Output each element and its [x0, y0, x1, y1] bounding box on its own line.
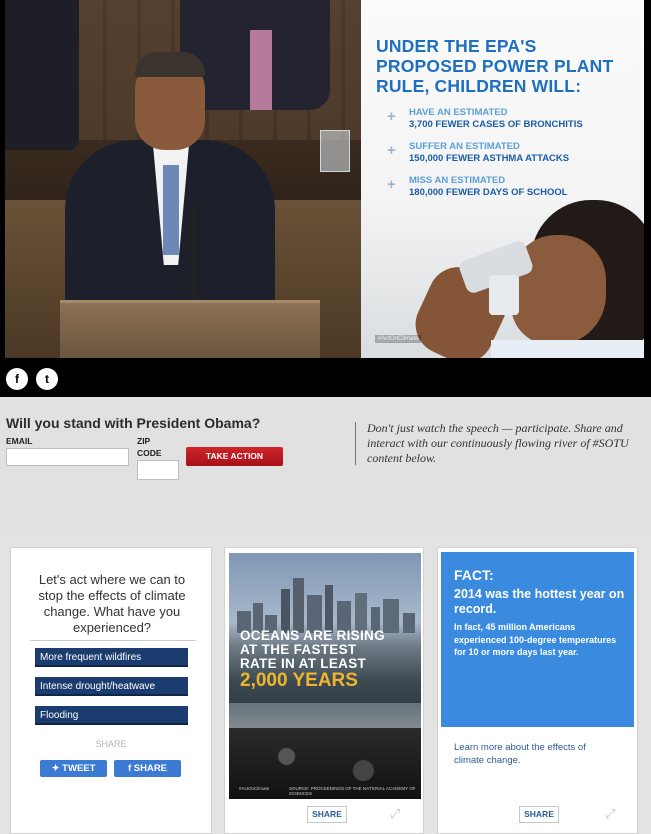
take-action-button[interactable]: TAKE ACTION [186, 447, 283, 466]
poll-card: Let's act where we can to stop the effec… [10, 547, 212, 834]
share-button[interactable]: SHARE [307, 806, 347, 823]
expand-icon[interactable]: ⤢ [390, 806, 400, 822]
girl-shirt [491, 340, 644, 358]
city-skyline [229, 573, 421, 633]
twitter-icon: ✦ [51, 763, 63, 774]
video-hero: UNDER THE EPA'S PROPOSED POWER PLANT RUL… [0, 0, 651, 397]
tweet-button[interactable]: ✦ TWEET [40, 760, 107, 777]
infographic-bullet: + HAVE AN ESTIMATED 3,700 FEWER CASES OF… [387, 107, 639, 141]
speaker-tie [163, 165, 179, 255]
background-tie [250, 30, 272, 110]
fact-headline: 2014 was the hottest year on record. [454, 587, 625, 616]
infographic-bullet: + SUFFER AN ESTIMATED 150,000 FEWER ASTH… [387, 141, 639, 175]
facebook-share-button[interactable]: f SHARE [114, 760, 181, 777]
epa-infographic: UNDER THE EPA'S PROPOSED POWER PLANT RUL… [361, 0, 644, 358]
email-label: EMAIL [6, 436, 33, 446]
girl-with-inhaler-photo [405, 200, 644, 358]
bullet-stat: 150,000 FEWER ASTHMA ATTACKS [409, 153, 570, 164]
email-field[interactable] [6, 448, 129, 466]
lectern [60, 300, 320, 358]
water-glass [320, 130, 350, 172]
poll-option-wildfires[interactable]: More frequent wildfires [35, 648, 188, 667]
speech-video-frame[interactable] [5, 0, 361, 358]
bullet-lead: HAVE AN ESTIMATED [409, 107, 508, 118]
poll-prompt: Let's act where we can to stop the effec… [38, 572, 186, 635]
action-question: Will you stand with President Obama? [6, 415, 261, 431]
speaker-hair [135, 52, 205, 77]
oceans-hashtag: #ActOnClimate [239, 786, 270, 791]
vertical-divider [355, 422, 356, 465]
expand-icon[interactable]: ⤢ [605, 806, 615, 822]
facebook-icon[interactable]: f [6, 368, 28, 390]
bullet-stat: 180,000 FEWER DAYS OF SCHOOL [409, 187, 568, 198]
oceans-card: OCEANS ARE RISING AT THE FASTEST RATE IN… [224, 547, 424, 834]
oceans-headline: OCEANS ARE RISING AT THE FASTEST RATE IN… [240, 628, 385, 671]
share-button[interactable]: SHARE [519, 806, 559, 823]
fact-heading: FACT: [454, 567, 494, 583]
plus-icon: + [387, 142, 396, 159]
poll-option-drought[interactable]: Intense drought/heatwave [35, 677, 188, 696]
oceans-source: SOURCE: PROCEEDINGS OF THE NATIONAL ACAD… [289, 786, 416, 796]
poll-option-flooding[interactable]: Flooding [35, 706, 188, 725]
fact-card: FACT: 2014 was the hottest year on recor… [437, 547, 638, 834]
zip-label: ZIP CODE [137, 436, 162, 458]
inhaler-canister [489, 275, 519, 315]
zip-field[interactable] [137, 460, 179, 480]
fact-box[interactable]: FACT: 2014 was the hottest year on recor… [441, 552, 634, 727]
bullet-lead: SUFFER AN ESTIMATED [409, 141, 520, 152]
share-label: SHARE [133, 763, 168, 774]
background-person [5, 0, 79, 150]
fact-detail: In fact, 45 million Americans experience… [454, 622, 617, 657]
infographic-bullets: + HAVE AN ESTIMATED 3,700 FEWER CASES OF… [387, 107, 639, 209]
participation-blurb: Don't just watch the speech — participat… [367, 421, 629, 465]
oceans-stat: 2,000 YEARS [240, 670, 358, 691]
bullet-stat: 3,700 FEWER CASES OF BRONCHITIS [409, 119, 583, 130]
tweet-label: TWEET [62, 763, 96, 774]
learn-more-link[interactable]: Learn more about the effects of climate … [454, 741, 614, 767]
action-bar: Will you stand with President Obama? EMA… [0, 397, 651, 534]
infographic-hashtag: #ActOnClimate [375, 335, 422, 343]
plus-icon: + [387, 176, 396, 193]
bullet-lead: MISS AN ESTIMATED [409, 175, 506, 186]
plus-icon: + [387, 108, 396, 125]
divider [30, 640, 196, 641]
twitter-icon[interactable]: t [36, 368, 58, 390]
oceans-rising-image[interactable]: OCEANS ARE RISING AT THE FASTEST RATE IN… [229, 553, 421, 799]
infographic-headline: UNDER THE EPA'S PROPOSED POWER PLANT RUL… [376, 36, 614, 96]
share-heading: SHARE [95, 739, 127, 749]
